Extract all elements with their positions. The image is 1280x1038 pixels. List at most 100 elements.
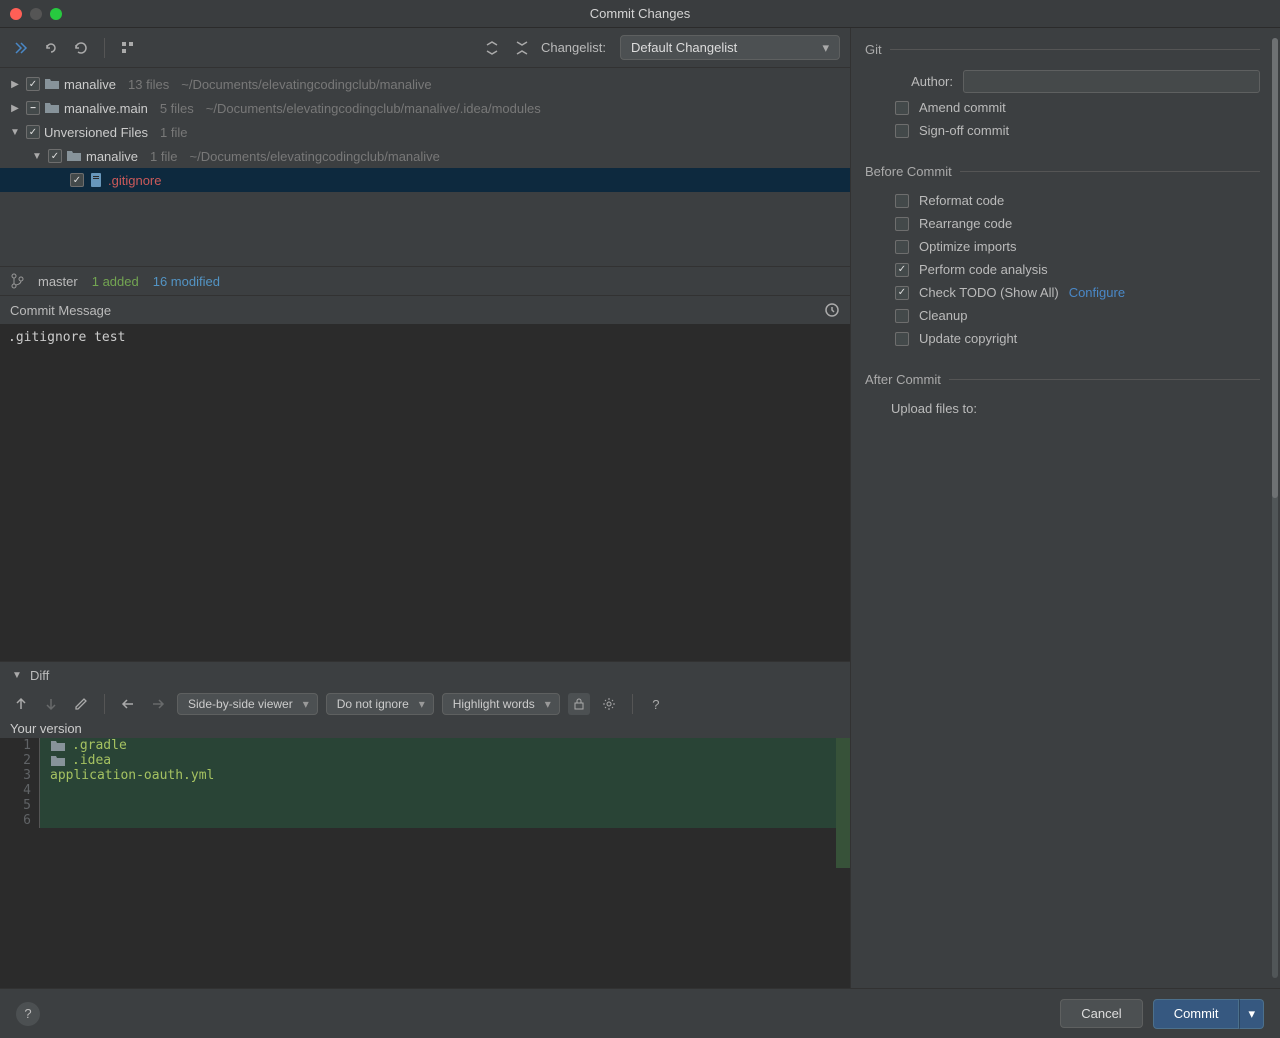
tree-checkbox[interactable] (48, 149, 62, 163)
tree-filecount: 1 file (160, 125, 187, 140)
copyright-checkbox[interactable] (895, 332, 909, 346)
tree-filecount: 1 file (150, 149, 177, 164)
branch-status: master 1 added 16 modified (0, 266, 850, 295)
arrow-right-icon[interactable] (147, 693, 169, 715)
tree-row[interactable]: ▼manalive1 file~/Documents/elevatingcodi… (0, 144, 850, 168)
diff-content: ✓ 1.gradle2.idea3application-oauth.yml45… (0, 738, 850, 828)
cancel-button[interactable]: Cancel (1060, 999, 1142, 1028)
analysis-checkbox[interactable] (895, 263, 909, 277)
filter-icon[interactable] (10, 37, 32, 59)
line-number: 4 (0, 783, 40, 798)
commit-button[interactable]: Commit (1153, 999, 1240, 1029)
line-number: 2 (0, 753, 40, 768)
options-panel: Git Author: Amend commit Sign-off commit… (850, 28, 1280, 988)
diff-toolbar: Side-by-side viewer Do not ignore Highli… (0, 689, 850, 719)
expander-icon[interactable]: ▼ (8, 127, 22, 138)
gear-icon[interactable] (598, 693, 620, 715)
git-section-title: Git (865, 42, 1260, 57)
history-icon[interactable] (824, 302, 840, 318)
added-count: 1 added (92, 274, 139, 289)
collapse-all-icon[interactable] (511, 37, 533, 59)
commit-dropdown-icon[interactable]: ▾ (1239, 999, 1264, 1029)
line-content: application-oauth.yml (40, 768, 850, 783)
expander-icon[interactable]: ▶ (8, 103, 22, 114)
rearrange-checkbox[interactable] (895, 217, 909, 231)
diff-title: Diff (30, 668, 49, 683)
line-number: 5 (0, 798, 40, 813)
tree-checkbox[interactable] (26, 77, 40, 91)
tree-checkbox[interactable] (26, 125, 40, 139)
edit-icon[interactable] (70, 693, 92, 715)
line-content (40, 813, 850, 828)
arrow-up-icon[interactable] (10, 693, 32, 715)
analysis-label: Perform code analysis (919, 262, 1048, 277)
window-title: Commit Changes (0, 6, 1280, 21)
tree-row[interactable]: ▶manalive.main5 files~/Documents/elevati… (0, 96, 850, 120)
line-content (40, 798, 850, 813)
tree-path: ~/Documents/elevatingcodingclub/manalive (190, 149, 440, 164)
commit-toolbar: Changelist: Default Changelist (0, 28, 850, 68)
tree-checkbox[interactable] (70, 173, 84, 187)
signoff-checkbox[interactable] (895, 124, 909, 138)
amend-label: Amend commit (919, 100, 1006, 115)
expand-all-icon[interactable] (481, 37, 503, 59)
zoom-window-icon[interactable] (50, 8, 62, 20)
reformat-label: Reformat code (919, 193, 1004, 208)
diff-line: 1.gradle (0, 738, 850, 753)
tree-row[interactable]: ▶manalive13 files~/Documents/elevatingco… (0, 72, 850, 96)
branch-icon (10, 273, 24, 289)
folder-icon (50, 755, 66, 767)
expander-icon[interactable]: ▼ (30, 151, 44, 162)
help-button[interactable]: ? (16, 1002, 40, 1026)
minimize-window-icon[interactable] (30, 8, 42, 20)
arrow-down-icon[interactable] (40, 693, 62, 715)
undo-icon[interactable] (40, 37, 62, 59)
diff-line: 4 (0, 783, 850, 798)
help-icon[interactable]: ? (645, 693, 667, 715)
rearrange-label: Rearrange code (919, 216, 1012, 231)
tree-row[interactable]: .gitignore (0, 168, 850, 192)
tree-label: Unversioned Files (44, 125, 148, 140)
tree-filecount: 5 files (160, 101, 194, 116)
close-window-icon[interactable] (10, 8, 22, 20)
tree-row[interactable]: ▼ Unversioned Files 1 file (0, 120, 850, 144)
optimize-checkbox[interactable] (895, 240, 909, 254)
commit-message-input[interactable] (0, 324, 850, 661)
arrow-left-icon[interactable] (117, 693, 139, 715)
cleanup-checkbox[interactable] (895, 309, 909, 323)
folder-icon (44, 101, 60, 115)
diff-expander-icon[interactable]: ▼ (10, 670, 24, 681)
todo-label: Check TODO (Show All) (919, 285, 1059, 300)
refresh-icon[interactable] (70, 37, 92, 59)
author-label: Author: (891, 74, 953, 89)
diff-viewer-select[interactable]: Side-by-side viewer (177, 693, 318, 715)
changelist-label: Changelist: (541, 40, 606, 55)
tree-checkbox[interactable] (26, 101, 40, 115)
line-number: 3 (0, 768, 40, 783)
line-content: .gradle (40, 738, 850, 753)
diff-line: 6 (0, 813, 850, 828)
expander-icon[interactable]: ▶ (8, 79, 22, 90)
diff-header[interactable]: ▼ Diff (0, 662, 850, 689)
author-input[interactable] (963, 70, 1260, 93)
line-number: 1 (0, 738, 40, 753)
changes-tree: ▶manalive13 files~/Documents/elevatingco… (0, 68, 850, 196)
tree-label: manalive (64, 77, 116, 92)
upload-label: Upload files to: (891, 401, 977, 416)
copyright-label: Update copyright (919, 331, 1017, 346)
diff-line: 2.idea (0, 753, 850, 768)
titlebar: Commit Changes (0, 0, 1280, 28)
todo-checkbox[interactable] (895, 286, 909, 300)
branch-name: master (38, 274, 78, 289)
folder-icon (50, 740, 66, 752)
before-commit-title: Before Commit (865, 164, 1260, 179)
reformat-checkbox[interactable] (895, 194, 909, 208)
diff-highlight-select[interactable]: Highlight words (442, 693, 560, 715)
lock-icon[interactable] (568, 693, 590, 715)
tree-label: .gitignore (108, 173, 161, 188)
changelist-select[interactable]: Default Changelist (620, 35, 840, 60)
group-icon[interactable] (117, 37, 139, 59)
configure-link[interactable]: Configure (1069, 285, 1125, 300)
diff-ignore-select[interactable]: Do not ignore (326, 693, 434, 715)
amend-checkbox[interactable] (895, 101, 909, 115)
